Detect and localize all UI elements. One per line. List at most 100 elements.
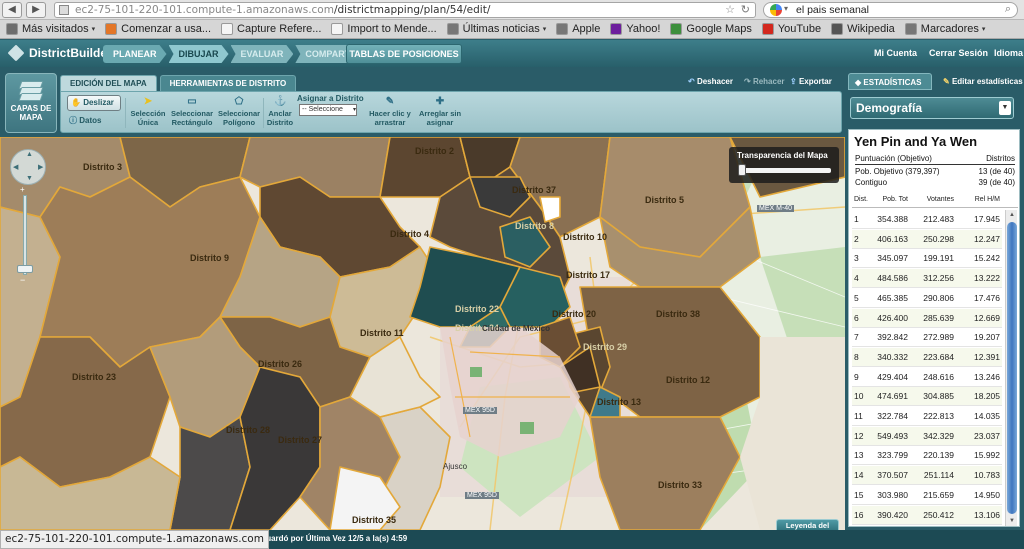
mi-cuenta-link[interactable]: Mi Cuenta <box>874 48 917 58</box>
search-icon[interactable]: ⌕ <box>1005 3 1011 16</box>
table-row[interactable]: 13 323.799 220.139 15.992 <box>852 446 1002 466</box>
district-label: Distrito 4 <box>390 229 430 239</box>
table-row[interactable]: 7 392.842 272.989 19.207 <box>852 328 1002 348</box>
datos-button[interactable]: ⓘ Datos <box>69 115 101 126</box>
transparency-slider-handle[interactable] <box>738 164 746 176</box>
tab-edicion-del-mapa[interactable]: EDICIÓN DEL MAPA <box>60 75 157 91</box>
bookmarks-bar: Más visitados ▾ Comenzar a usa... Capture R… <box>0 20 1024 39</box>
bookmark-item[interactable]: Marcadores ▾ <box>904 23 985 35</box>
table-row[interactable]: 4 484.586 312.256 13.222 <box>852 269 1002 289</box>
table-row[interactable]: 14 370.507 251.114 10.783 <box>852 466 1002 486</box>
district-label: Distrito 10 <box>563 232 608 242</box>
bookmark-label: Apple <box>572 23 601 35</box>
stats-icon: ◆ <box>855 78 862 87</box>
table-row[interactable]: 2 406.163 250.298 12.247 <box>852 229 1002 249</box>
tablas-de-posiciones-button[interactable]: TABLAS DE POSICIONES <box>346 44 462 64</box>
asignar-distrito-select[interactable]: -- Seleccione ▾ <box>299 104 357 116</box>
bookmark-item[interactable]: Wikipedia <box>831 23 895 35</box>
bookmark-item[interactable]: YouTube <box>761 23 821 35</box>
road-label: MEX 95D <box>465 492 499 499</box>
deshacer-button[interactable]: ↶ Deshacer <box>688 77 733 86</box>
table-row[interactable]: 6 426.400 285.639 12.669 <box>852 308 1002 328</box>
scroll-up-icon[interactable]: ▲ <box>1006 210 1018 220</box>
capas-de-mapa-button[interactable]: CAPAS DE MAPA <box>5 73 57 133</box>
idioma-link[interactable]: Idioma <box>994 48 1023 58</box>
zoom-out-button[interactable]: − <box>20 275 25 285</box>
table-cell: 323.799 <box>877 450 908 461</box>
bookmark-item[interactable]: Más visitados ▾ <box>6 23 95 35</box>
chevron-down-icon[interactable]: ▾ <box>784 4 788 13</box>
table-row[interactable]: 12 549.493 342.329 23.037 <box>852 426 1002 446</box>
arreglar-label: Arreglar sin asignar <box>418 109 462 127</box>
zoom-in-button[interactable]: + <box>20 185 25 194</box>
seleccion-unica-tool[interactable]: ➤ Selección Única <box>127 92 169 132</box>
statistics-select[interactable]: Demografía ▼ <box>850 97 1014 119</box>
bookmark-label: Más visitados <box>22 23 89 35</box>
anclar-distrito-tool[interactable]: ⚓ Anclar Distrito <box>265 92 295 132</box>
table-row[interactable]: 3 345.097 199.191 15.242 <box>852 249 1002 269</box>
forward-button[interactable]: ▶ <box>26 2 46 18</box>
pan-left-icon[interactable]: ◀ <box>13 163 18 171</box>
bookmark-star-icon[interactable]: ☆ <box>725 3 735 16</box>
bookmark-item[interactable]: Import to Mende... <box>331 23 437 35</box>
bookmark-item[interactable]: Yahoo! <box>610 23 660 35</box>
rehacer-button[interactable]: ↷ Rehacer <box>744 77 785 86</box>
search-input[interactable]: el pais semanal <box>796 4 869 16</box>
zoom-slider-handle[interactable] <box>17 265 33 273</box>
search-bar[interactable]: ▾ el pais semanal ⌕ <box>763 2 1018 18</box>
reload-icon[interactable]: ↻ <box>741 3 750 16</box>
zoom-slider-track[interactable] <box>23 195 27 275</box>
district-map[interactable]: Distrito 2 Distrito 3 Distrito 37 Distrito … <box>0 137 845 530</box>
step-dibujar[interactable]: DIBUJAR <box>169 45 229 63</box>
step-planear[interactable]: PLANEAR <box>103 45 167 63</box>
table-row[interactable]: 15 303.980 215.659 14.950 <box>852 486 1002 505</box>
arreglar-sin-asignar-tool[interactable]: ✚ Arreglar sin asignar <box>417 92 463 132</box>
table-row[interactable]: 11 322.784 222.813 14.035 <box>852 407 1002 426</box>
stats-scrollbar[interactable]: ▲ ▼ <box>1005 210 1017 526</box>
table-cell: 465.385 <box>877 292 908 303</box>
contiguo-value: 39 (de 40) <box>978 178 1015 187</box>
leyenda-del-mapa-button[interactable]: Leyenda del mapa <box>776 519 839 530</box>
polygon-select-icon: ⬠ <box>234 96 244 107</box>
hacer-clic-arrastrar-tool[interactable]: ✎ Hacer clic y arrastrar <box>365 92 415 132</box>
seleccionar-poligono-tool[interactable]: ⬠ Seleccionar Polígono <box>216 92 262 132</box>
google-icon[interactable] <box>770 4 782 16</box>
app-logo[interactable]: DistrictBuilder <box>7 44 112 62</box>
stats-table-body: 1 354.388 212.483 17.945 2 406.163 250.298 12.2… <box>852 210 1002 526</box>
cerrar-sesion-link[interactable]: Cerrar Sesión <box>929 48 988 58</box>
scroll-down-icon[interactable]: ▼ <box>1006 516 1018 526</box>
bookmark-item[interactable]: Capture Refere... <box>221 23 321 35</box>
map-canvas[interactable] <box>0 137 845 530</box>
editar-estadisticas-link[interactable]: ✎ Editar estadísticas <box>937 73 1023 90</box>
table-row[interactable]: 8 340.332 223.684 12.391 <box>852 347 1002 367</box>
table-row[interactable]: 1 354.388 212.483 17.945 <box>852 210 1002 229</box>
table-row[interactable]: 9 429.404 248.616 13.246 <box>852 368 1002 387</box>
table-cell: 15.992 <box>974 450 1000 461</box>
address-bar[interactable]: ec2-75-101-220-101.compute-1.amazonaws.c… <box>54 2 756 18</box>
scrollbar-thumb[interactable] <box>1007 222 1017 514</box>
table-cell: 10 <box>854 391 864 402</box>
pan-up-icon[interactable]: ▲ <box>26 151 33 158</box>
seleccionar-rectangulo-tool[interactable]: ▭ Seleccionar Rectángulo <box>169 92 215 132</box>
pan-right-icon[interactable]: ▶ <box>38 163 43 171</box>
map-pan-control[interactable]: ▲ ◀ ▶ ▼ <box>10 149 46 185</box>
logo-text: DistrictBuilder <box>29 46 112 60</box>
table-row[interactable]: 10 474.691 304.885 18.205 <box>852 387 1002 407</box>
table-cell: 13 <box>854 450 864 461</box>
tab-estadisticas[interactable]: ◆ ESTADÍSTICAS <box>848 73 932 90</box>
deslizar-button[interactable]: ✋ Deslizar <box>67 95 121 111</box>
table-cell: 484.586 <box>877 273 908 284</box>
table-row[interactable]: 16 390.420 250.412 13.106 <box>852 505 1002 525</box>
bookmark-item[interactable]: Últimas noticias ▾ <box>446 23 546 35</box>
bookmark-item[interactable]: Comenzar a usa... <box>105 23 211 35</box>
exportar-button[interactable]: ⇪ Exportar <box>790 77 832 86</box>
tab-herramientas-de-distrito[interactable]: HERRAMIENTAS DE DISTRITO <box>159 75 297 91</box>
back-button[interactable]: ◀ <box>2 2 22 18</box>
seleccion-unica-label: Selección Única <box>130 109 166 127</box>
transparency-slider-track[interactable] <box>739 168 831 173</box>
step-evaluar[interactable]: EVALUAR <box>231 45 294 63</box>
bookmark-item[interactable]: Apple <box>556 23 600 35</box>
pan-down-icon[interactable]: ▼ <box>26 175 33 182</box>
table-row[interactable]: 5 465.385 290.806 17.476 <box>852 289 1002 308</box>
bookmark-item[interactable]: Google Maps <box>670 23 752 35</box>
